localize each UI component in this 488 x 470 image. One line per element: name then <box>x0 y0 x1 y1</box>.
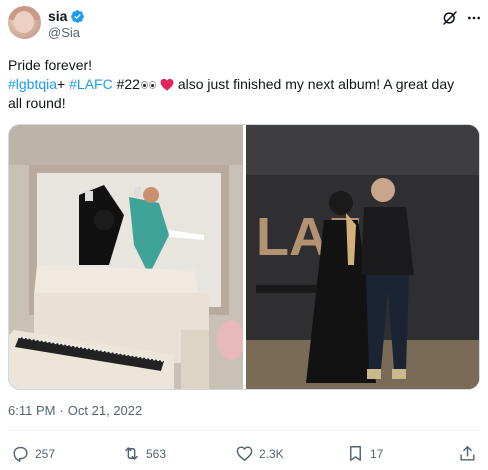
hashtag-link[interactable]: #LAFC <box>69 76 113 92</box>
like-count: 2.3K <box>259 446 284 461</box>
tweet-card: sia @Sia Pride forever! #lgbtqia+ #LAFC … <box>0 0 488 470</box>
tweet-text-line: all round! <box>8 95 66 111</box>
red-heart-emoji-icon <box>160 78 174 91</box>
author-handle[interactable]: @Sia <box>48 25 80 40</box>
tweet-date: Oct 21, 2022 <box>67 403 143 418</box>
tweet-time: 6:11 PM <box>8 403 56 418</box>
like-button[interactable]: 2.3K <box>235 444 284 463</box>
bookmark-count: 17 <box>370 446 384 461</box>
reply-count: 257 <box>35 446 56 461</box>
media-grid[interactable]: LAFC <box>8 124 480 390</box>
reply-icon <box>13 446 28 462</box>
repost-button[interactable]: 563 <box>122 444 166 463</box>
author-name-row[interactable]: sia <box>48 8 85 24</box>
repost-icon <box>125 447 138 460</box>
eyes-emoji-icon <box>140 80 158 90</box>
bookmark-button[interactable]: 17 <box>346 444 383 463</box>
tweet-timestamp[interactable]: 6:11 PM · Oct 21, 2022 <box>8 403 142 418</box>
tweet-text-rest: also just finished my next album! A grea… <box>173 76 455 92</box>
tweet-text-line: #lgbtqia+ #LAFC #22 also just finished m… <box>8 75 480 94</box>
tweet-text: Pride forever! #lgbtqia+ #LAFC #22 also … <box>8 56 480 113</box>
repost-count: 563 <box>146 446 167 461</box>
divider <box>8 430 480 431</box>
bookmark-icon <box>350 446 361 461</box>
lafc-wall-illustration: LAFC <box>246 125 479 389</box>
author-display-name[interactable]: sia <box>48 8 67 24</box>
tweet-text-line: Pride forever! <box>8 57 93 73</box>
photo-lafc-wall[interactable]: LAFC <box>246 125 479 389</box>
piano-room-illustration <box>9 125 243 389</box>
verified-badge-icon <box>71 9 85 23</box>
plus-text: + <box>57 76 66 92</box>
author-avatar[interactable] <box>8 6 41 39</box>
heart-icon <box>236 446 253 461</box>
more-icon[interactable] <box>466 10 482 26</box>
share-button[interactable] <box>458 444 477 463</box>
timestamp-separator: · <box>59 403 64 418</box>
grok-icon[interactable] <box>441 9 459 27</box>
photo-piano-room[interactable] <box>9 125 243 389</box>
reply-button[interactable]: 257 <box>11 444 55 463</box>
share-icon <box>460 446 475 461</box>
avatar-face <box>14 11 34 33</box>
hashtag-link[interactable]: #lgbtqia <box>8 76 57 92</box>
number-tag: #22 <box>116 76 140 92</box>
